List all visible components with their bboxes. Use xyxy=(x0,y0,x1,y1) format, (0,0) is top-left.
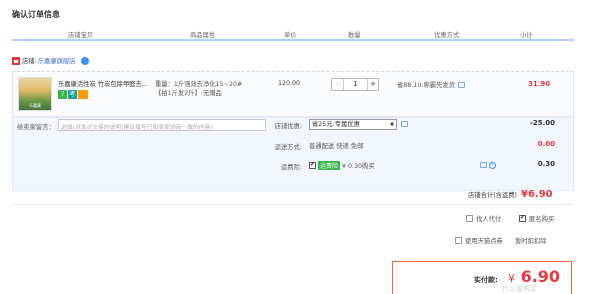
item-promo: 省88.10:称霸先发货 xyxy=(397,80,465,89)
col-props: 商品属性 xyxy=(190,32,216,39)
shipping-value: 0.00 xyxy=(537,140,555,148)
insurance-value: 0.30 xyxy=(537,160,555,168)
shop-total-amount: ¥6.90 xyxy=(521,189,553,200)
anonymous-checkbox[interactable] xyxy=(519,214,526,222)
col-subtotal: 小计 xyxy=(520,32,533,39)
guarantee-icon[interactable]: 考 xyxy=(68,90,77,99)
quantity-stepper: - 1 + xyxy=(331,78,379,91)
credit-card-icon[interactable] xyxy=(78,90,88,99)
shop-promo-label: 店铺优惠: xyxy=(274,123,302,130)
service-badges: 7 考 xyxy=(58,90,88,99)
shop-promo-selected: 省25元:专属优惠 xyxy=(312,121,360,128)
unit-price: 120.00 xyxy=(278,80,301,87)
payment-label: 实付款: xyxy=(474,276,498,284)
promo-text: 省88.10:称霸先发货 xyxy=(397,82,455,89)
qty-minus-button[interactable]: - xyxy=(332,79,344,90)
tmall-points-status: 暂时扣扣除 xyxy=(515,238,547,245)
shop-promo-select[interactable]: 省25元:专属优惠 ▼ xyxy=(309,119,397,130)
thumbnail-brand-text: 乐嘉康 xyxy=(29,103,41,108)
memo-label: 给卖家留言： xyxy=(17,124,55,131)
wangwang-chat-icon[interactable] xyxy=(80,56,89,65)
property-line-1: 重量：1斤强效去净化15~20# xyxy=(155,81,243,88)
seven-day-return-icon[interactable]: 7 xyxy=(58,90,67,99)
seller-memo-input[interactable]: 选填(对本次交易的说明(建议填写已和卖家协商一致的内容) xyxy=(58,119,266,131)
page-title: 确认订单信息 xyxy=(12,10,60,19)
divider xyxy=(12,204,574,205)
col-item: 店铺宝贝 xyxy=(68,32,94,39)
col-qty: 数量 xyxy=(348,32,361,39)
order-item-row xyxy=(12,71,574,117)
shop-total-label: 店铺合计(含运费) xyxy=(468,192,517,199)
col-promo: 优惠方式 xyxy=(434,32,460,39)
promo-detail-icon[interactable] xyxy=(457,81,465,88)
qty-input[interactable]: 1 xyxy=(344,79,367,90)
insurance-label: 运费险: xyxy=(280,164,302,171)
pay-for-me-label: 找人代付 xyxy=(476,216,502,223)
shipping-method: 普通配送 快递 免邮 xyxy=(309,143,364,150)
tmall-points-checkbox[interactable] xyxy=(455,237,462,244)
promo-info-icon[interactable] xyxy=(401,121,408,127)
table-header: 店铺宝贝 商品属性 单价 数量 优惠方式 小计 xyxy=(12,27,574,41)
anonymous-option[interactable]: 匿名购买 xyxy=(519,214,554,223)
shop-icon xyxy=(12,56,20,65)
shipping-label: 运送方式: xyxy=(274,144,302,151)
insurance-checkbox[interactable] xyxy=(309,161,316,169)
insurance-tag: 运费险 xyxy=(318,161,341,170)
anonymous-label: 匿名购买 xyxy=(529,216,555,223)
shop-name-link[interactable]: 乐嘉康旗舰店 xyxy=(38,56,76,65)
shop-promo-value: -25.00 xyxy=(529,119,555,127)
tmall-points-label: 使用天猫点券 xyxy=(465,238,503,245)
pay-for-me-option[interactable]: 找人代付 xyxy=(466,214,501,223)
shop-row: 店铺: 乐嘉康旗舰店 xyxy=(12,56,89,65)
insurance-help: ? xyxy=(480,162,496,169)
property-line-2: 【拍1斤发2斤】:无赠品 xyxy=(155,90,222,97)
dropdown-arrow-icon: ▼ xyxy=(390,122,394,128)
insurance-price: ¥ 0.30购买 xyxy=(342,163,375,170)
insurance-option: 运费险 ¥ 0.30购买 xyxy=(309,161,375,170)
qty-plus-button[interactable]: + xyxy=(367,79,378,90)
watermark: 什么值得买 xyxy=(502,285,537,293)
item-subtotal: 31.90 xyxy=(528,80,551,88)
tmall-points-option[interactable]: 使用天猫点券 xyxy=(455,236,503,245)
shop-total: 店铺合计(含运费) ¥6.90 xyxy=(468,189,553,200)
insurance-chat-icon[interactable] xyxy=(480,162,487,168)
pay-for-me-checkbox[interactable] xyxy=(466,215,473,222)
product-name-link[interactable]: 乐嘉康活性炭 竹炭包除甲醛去... xyxy=(58,79,150,88)
product-properties: 重量：1斤强效去净化15~20# 【拍1斤发2斤】:无赠品 xyxy=(155,80,242,98)
shop-prefix: 店铺: xyxy=(22,58,37,65)
col-price: 单价 xyxy=(284,32,297,39)
